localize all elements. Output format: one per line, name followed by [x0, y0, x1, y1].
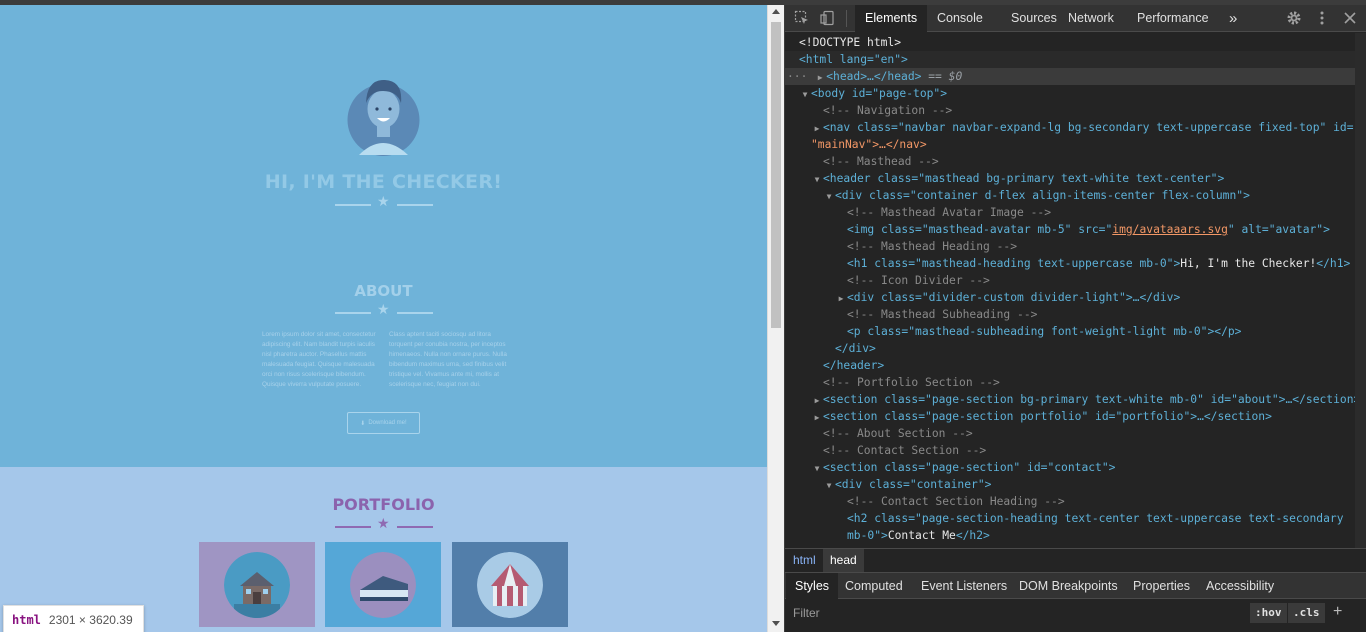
- about-divider: ★: [335, 302, 433, 320]
- tab-performance[interactable]: Performance: [1127, 5, 1219, 32]
- star-icon: ★: [377, 301, 390, 317]
- toolbar-separator: [846, 10, 847, 27]
- portfolio-item-cabin[interactable]: [199, 542, 315, 627]
- inspect-tooltip: html 2301 × 3620.39: [3, 605, 144, 632]
- dom-line[interactable]: <h2 class="page-section-heading text-cen…: [785, 510, 1355, 527]
- dom-line[interactable]: ▼ <body id="page-top">: [785, 85, 1355, 102]
- dom-line[interactable]: ▶ <nav class="navbar navbar-expand-lg bg-…: [785, 119, 1355, 136]
- tab-console[interactable]: Console: [927, 5, 993, 32]
- dom-line[interactable]: <!-- Icon Divider -->: [785, 272, 1355, 289]
- close-icon[interactable]: [1342, 10, 1358, 26]
- tab-computed[interactable]: Computed: [836, 573, 912, 599]
- dom-line[interactable]: </header>: [785, 357, 1355, 374]
- tab-event-listeners[interactable]: Event Listeners: [912, 573, 1016, 599]
- dom-line[interactable]: ▶ <section class="page-section portfolio"…: [785, 408, 1355, 425]
- dom-line[interactable]: <!-- Masthead Avatar Image -->: [785, 204, 1355, 221]
- dom-line[interactable]: <!-- Masthead -->: [785, 153, 1355, 170]
- tab-styles[interactable]: Styles: [786, 573, 839, 599]
- dom-line[interactable]: ▶ <section class="page-section bg-primary…: [785, 391, 1355, 408]
- class-toggle[interactable]: .cls: [1288, 603, 1325, 623]
- styles-filter-input[interactable]: Filter: [793, 600, 820, 632]
- circus-tent-icon: [477, 551, 543, 618]
- dom-line[interactable]: <!-- Navigation -->: [785, 102, 1355, 119]
- star-icon: ★: [377, 193, 390, 209]
- dom-line[interactable]: ▼ <div class="container d-flex align-item…: [785, 187, 1355, 204]
- dom-line[interactable]: <!-- Contact Section Heading -->: [785, 493, 1355, 510]
- cabin-icon: [224, 551, 290, 618]
- tab-sources[interactable]: Sources: [1001, 5, 1067, 32]
- tab-accessibility[interactable]: Accessibility: [1197, 573, 1283, 599]
- tab-dom-breakpoints[interactable]: DOM Breakpoints: [1010, 573, 1127, 599]
- download-icon: ⬇: [360, 420, 366, 427]
- breadcrumb: html head: [785, 548, 1366, 573]
- masthead-divider: ★: [335, 194, 433, 212]
- dom-line[interactable]: <!-- Contact Section -->: [785, 442, 1355, 459]
- devtools-panel: Elements Console Sources Network Perform…: [784, 5, 1366, 632]
- device-toolbar-icon[interactable]: [820, 10, 836, 26]
- hover-state-toggle[interactable]: :hov: [1250, 603, 1287, 623]
- dom-tree-scrollbar[interactable]: [1355, 33, 1366, 548]
- dom-line[interactable]: <p class="masthead-subheading font-weigh…: [785, 323, 1355, 340]
- avatar-image: [347, 79, 420, 156]
- dom-line[interactable]: <html lang="en">: [785, 51, 1355, 68]
- dom-line[interactable]: <h1 class="masthead-heading text-upperca…: [785, 255, 1355, 272]
- dom-line[interactable]: <!-- Masthead Heading -->: [785, 238, 1355, 255]
- tab-properties[interactable]: Properties: [1124, 573, 1199, 599]
- dom-line[interactable]: <!-- About Section -->: [785, 425, 1355, 442]
- dom-line[interactable]: "mainNav">…</nav>: [785, 136, 1355, 153]
- portfolio-heading: PORTFOLIO: [332, 495, 435, 514]
- tab-network[interactable]: Network: [1058, 5, 1124, 32]
- about-heading: ABOUT: [354, 282, 413, 300]
- styles-filter-bar: Filter :hov .cls +: [785, 600, 1366, 632]
- styles-pane-tabs: Styles Computed Event Listeners DOM Brea…: [785, 573, 1366, 599]
- portfolio-divider: ★: [335, 516, 433, 534]
- page-scrollbar[interactable]: [767, 5, 784, 632]
- dom-line[interactable]: </div>: [785, 340, 1355, 357]
- dom-line[interactable]: <img class="masthead-avatar mb-5" src="i…: [785, 221, 1355, 238]
- elements-dom-tree[interactable]: <!DOCTYPE html> <html lang="en"> ··· ▶ <h…: [785, 33, 1355, 548]
- more-tabs-button[interactable]: »: [1219, 5, 1247, 32]
- dom-line[interactable]: <!DOCTYPE html>: [785, 34, 1355, 51]
- masthead-section: HI, I'M THE CHECKER! ★ ABOUT ★ Lorem ips…: [0, 5, 767, 467]
- dom-line[interactable]: ▼ <header class="masthead bg-primary text…: [785, 170, 1355, 187]
- tab-elements[interactable]: Elements: [855, 5, 928, 32]
- settings-gear-icon[interactable]: [1286, 10, 1302, 26]
- inspect-tag: html: [12, 612, 41, 627]
- inspect-element-icon[interactable]: [794, 10, 810, 26]
- screen: HI, I'M THE CHECKER! ★ ABOUT ★ Lorem ips…: [0, 0, 1366, 632]
- dom-line[interactable]: mb-0">Contact Me</h2>: [785, 527, 1355, 544]
- download-button[interactable]: ⬇ Download me!: [347, 412, 420, 434]
- dom-line[interactable]: ▶ <div class="divider-custom divider-ligh…: [785, 289, 1355, 306]
- cake-icon: [350, 551, 416, 618]
- breadcrumb-head[interactable]: head: [823, 549, 864, 572]
- portfolio-item-circus[interactable]: [452, 542, 568, 627]
- dom-line[interactable]: <!-- Masthead Subheading -->: [785, 306, 1355, 323]
- scroll-down-icon[interactable]: [772, 621, 780, 626]
- breadcrumb-html[interactable]: html: [786, 549, 823, 572]
- add-style-rule-button[interactable]: +: [1333, 603, 1342, 621]
- star-icon: ★: [377, 515, 390, 531]
- masthead-heading: HI, I'M THE CHECKER!: [264, 171, 503, 193]
- dom-line[interactable]: <!-- Portfolio Section -->: [785, 374, 1355, 391]
- more-options-icon[interactable]: [1314, 10, 1330, 26]
- devtools-tabbar: Elements Console Sources Network Perform…: [785, 5, 1366, 32]
- about-text-right: Class aptent taciti sociosqu ad litora t…: [389, 331, 507, 388]
- inspect-dimensions: 2301 × 3620.39: [48, 612, 133, 627]
- portfolio-item-cake[interactable]: [325, 542, 441, 627]
- download-label: Download me!: [368, 420, 407, 426]
- scroll-up-icon[interactable]: [772, 9, 780, 14]
- page-viewport[interactable]: HI, I'M THE CHECKER! ★ ABOUT ★ Lorem ips…: [0, 5, 767, 632]
- about-text-left: Lorem ipsum dolor sit amet, consectetur …: [262, 331, 376, 388]
- page-scrollbar-thumb[interactable]: [771, 22, 781, 328]
- dom-line[interactable]: ▼ <section class="page-section" id="conta…: [785, 459, 1355, 476]
- dom-line-selected[interactable]: ··· ▶ <head>…</head> == $0: [785, 68, 1355, 85]
- dom-line[interactable]: ▼ <div class="container">: [785, 476, 1355, 493]
